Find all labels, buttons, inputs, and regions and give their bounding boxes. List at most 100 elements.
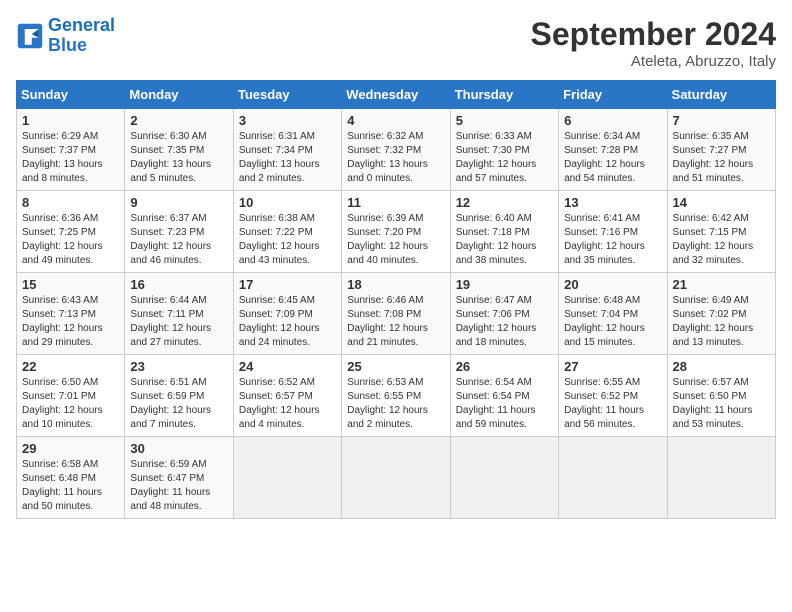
day-info: Sunrise: 6:50 AM Sunset: 7:01 PM Dayligh… <box>22 376 119 432</box>
weekday-header: Wednesday <box>342 81 450 109</box>
calendar-cell: 15 Sunrise: 6:43 AM Sunset: 7:13 PM Dayli… <box>17 273 125 355</box>
month-title: September 2024 <box>531 16 776 53</box>
day-number: 19 <box>456 277 553 292</box>
day-info: Sunrise: 6:42 AM Sunset: 7:15 PM Dayligh… <box>673 212 770 268</box>
calendar-cell: 24 Sunrise: 6:52 AM Sunset: 6:57 PM Dayli… <box>233 355 341 437</box>
calendar-cell: 29 Sunrise: 6:58 AM Sunset: 6:48 PM Dayli… <box>17 437 125 519</box>
weekday-header: Monday <box>125 81 233 109</box>
calendar-cell: 7 Sunrise: 6:35 AM Sunset: 7:27 PM Daylig… <box>667 109 775 191</box>
calendar-cell: 8 Sunrise: 6:36 AM Sunset: 7:25 PM Daylig… <box>17 191 125 273</box>
day-info: Sunrise: 6:36 AM Sunset: 7:25 PM Dayligh… <box>22 212 119 268</box>
day-info: Sunrise: 6:53 AM Sunset: 6:55 PM Dayligh… <box>347 376 444 432</box>
weekday-header: Saturday <box>667 81 775 109</box>
calendar-cell: 10 Sunrise: 6:38 AM Sunset: 7:22 PM Dayli… <box>233 191 341 273</box>
calendar-cell: 6 Sunrise: 6:34 AM Sunset: 7:28 PM Daylig… <box>559 109 667 191</box>
day-number: 29 <box>22 441 119 456</box>
day-info: Sunrise: 6:47 AM Sunset: 7:06 PM Dayligh… <box>456 294 553 350</box>
day-number: 26 <box>456 359 553 374</box>
day-info: Sunrise: 6:35 AM Sunset: 7:27 PM Dayligh… <box>673 130 770 186</box>
day-info: Sunrise: 6:33 AM Sunset: 7:30 PM Dayligh… <box>456 130 553 186</box>
calendar-cell: 9 Sunrise: 6:37 AM Sunset: 7:23 PM Daylig… <box>125 191 233 273</box>
day-number: 24 <box>239 359 336 374</box>
day-number: 17 <box>239 277 336 292</box>
calendar-cell: 26 Sunrise: 6:54 AM Sunset: 6:54 PM Dayli… <box>450 355 558 437</box>
title-block: September 2024 Ateleta, Abruzzo, Italy <box>531 16 776 70</box>
day-info: Sunrise: 6:58 AM Sunset: 6:48 PM Dayligh… <box>22 458 119 514</box>
calendar-cell: 1 Sunrise: 6:29 AM Sunset: 7:37 PM Daylig… <box>17 109 125 191</box>
day-info: Sunrise: 6:59 AM Sunset: 6:47 PM Dayligh… <box>130 458 227 514</box>
day-info: Sunrise: 6:57 AM Sunset: 6:50 PM Dayligh… <box>673 376 770 432</box>
day-number: 2 <box>130 113 227 128</box>
day-number: 3 <box>239 113 336 128</box>
weekday-header: Sunday <box>17 81 125 109</box>
day-number: 6 <box>564 113 661 128</box>
calendar-cell: 27Sunrise: 6:55 AM Sunset: 6:52 PM Dayli… <box>559 355 667 437</box>
calendar-cell: 4 Sunrise: 6:32 AM Sunset: 7:32 PM Daylig… <box>342 109 450 191</box>
day-number: 13 <box>564 195 661 210</box>
calendar-cell <box>233 437 341 519</box>
calendar-cell: 21Sunrise: 6:49 AM Sunset: 7:02 PM Dayli… <box>667 273 775 355</box>
day-info: Sunrise: 6:44 AM Sunset: 7:11 PM Dayligh… <box>130 294 227 350</box>
day-number: 9 <box>130 195 227 210</box>
calendar-cell: 18Sunrise: 6:46 AM Sunset: 7:08 PM Dayli… <box>342 273 450 355</box>
calendar-table: SundayMondayTuesdayWednesdayThursdayFrid… <box>16 80 776 519</box>
calendar-cell: 11 Sunrise: 6:39 AM Sunset: 7:20 PM Dayli… <box>342 191 450 273</box>
calendar-cell: 14Sunrise: 6:42 AM Sunset: 7:15 PM Dayli… <box>667 191 775 273</box>
calendar-cell: 13 Sunrise: 6:41 AM Sunset: 7:16 PM Dayli… <box>559 191 667 273</box>
day-number: 15 <box>22 277 119 292</box>
day-number: 5 <box>456 113 553 128</box>
calendar-cell: 20 Sunrise: 6:48 AM Sunset: 7:04 PM Dayli… <box>559 273 667 355</box>
calendar-cell <box>559 437 667 519</box>
day-info: Sunrise: 6:32 AM Sunset: 7:32 PM Dayligh… <box>347 130 444 186</box>
day-number: 16 <box>130 277 227 292</box>
day-info: Sunrise: 6:34 AM Sunset: 7:28 PM Dayligh… <box>564 130 661 186</box>
day-number: 7 <box>673 113 770 128</box>
logo-icon <box>16 22 44 50</box>
day-number: 10 <box>239 195 336 210</box>
weekday-header-row: SundayMondayTuesdayWednesdayThursdayFrid… <box>17 81 776 109</box>
calendar-cell <box>342 437 450 519</box>
day-number: 23 <box>130 359 227 374</box>
day-number: 11 <box>347 195 444 210</box>
calendar-week-row: 1 Sunrise: 6:29 AM Sunset: 7:37 PM Daylig… <box>17 109 776 191</box>
day-info: Sunrise: 6:51 AM Sunset: 6:59 PM Dayligh… <box>130 376 227 432</box>
day-number: 22 <box>22 359 119 374</box>
day-info: Sunrise: 6:37 AM Sunset: 7:23 PM Dayligh… <box>130 212 227 268</box>
day-info: Sunrise: 6:54 AM Sunset: 6:54 PM Dayligh… <box>456 376 553 432</box>
page-header: General Blue September 2024 Ateleta, Abr… <box>16 16 776 70</box>
day-info: Sunrise: 6:45 AM Sunset: 7:09 PM Dayligh… <box>239 294 336 350</box>
calendar-cell: 12Sunrise: 6:40 AM Sunset: 7:18 PM Dayli… <box>450 191 558 273</box>
day-info: Sunrise: 6:38 AM Sunset: 7:22 PM Dayligh… <box>239 212 336 268</box>
calendar-cell <box>450 437 558 519</box>
calendar-cell: 19 Sunrise: 6:47 AM Sunset: 7:06 PM Dayli… <box>450 273 558 355</box>
day-number: 25 <box>347 359 444 374</box>
day-info: Sunrise: 6:48 AM Sunset: 7:04 PM Dayligh… <box>564 294 661 350</box>
day-number: 1 <box>22 113 119 128</box>
day-info: Sunrise: 6:31 AM Sunset: 7:34 PM Dayligh… <box>239 130 336 186</box>
logo-text: General Blue <box>48 16 115 56</box>
calendar-week-row: 15 Sunrise: 6:43 AM Sunset: 7:13 PM Dayli… <box>17 273 776 355</box>
day-info: Sunrise: 6:46 AM Sunset: 7:08 PM Dayligh… <box>347 294 444 350</box>
calendar-cell: 17 Sunrise: 6:45 AM Sunset: 7:09 PM Dayli… <box>233 273 341 355</box>
day-info: Sunrise: 6:43 AM Sunset: 7:13 PM Dayligh… <box>22 294 119 350</box>
weekday-header: Friday <box>559 81 667 109</box>
calendar-week-row: 8 Sunrise: 6:36 AM Sunset: 7:25 PM Daylig… <box>17 191 776 273</box>
calendar-cell <box>667 437 775 519</box>
day-number: 20 <box>564 277 661 292</box>
day-number: 28 <box>673 359 770 374</box>
day-info: Sunrise: 6:41 AM Sunset: 7:16 PM Dayligh… <box>564 212 661 268</box>
day-number: 21 <box>673 277 770 292</box>
calendar-cell: 25 Sunrise: 6:53 AM Sunset: 6:55 PM Dayli… <box>342 355 450 437</box>
calendar-cell: 22 Sunrise: 6:50 AM Sunset: 7:01 PM Dayli… <box>17 355 125 437</box>
day-info: Sunrise: 6:30 AM Sunset: 7:35 PM Dayligh… <box>130 130 227 186</box>
day-info: Sunrise: 6:39 AM Sunset: 7:20 PM Dayligh… <box>347 212 444 268</box>
day-number: 4 <box>347 113 444 128</box>
day-number: 8 <box>22 195 119 210</box>
location: Ateleta, Abruzzo, Italy <box>531 53 776 70</box>
day-info: Sunrise: 6:29 AM Sunset: 7:37 PM Dayligh… <box>22 130 119 186</box>
day-info: Sunrise: 6:52 AM Sunset: 6:57 PM Dayligh… <box>239 376 336 432</box>
logo: General Blue <box>16 16 115 56</box>
calendar-cell: 28 Sunrise: 6:57 AM Sunset: 6:50 PM Dayli… <box>667 355 775 437</box>
calendar-cell: 5 Sunrise: 6:33 AM Sunset: 7:30 PM Daylig… <box>450 109 558 191</box>
calendar-cell: 23 Sunrise: 6:51 AM Sunset: 6:59 PM Dayli… <box>125 355 233 437</box>
